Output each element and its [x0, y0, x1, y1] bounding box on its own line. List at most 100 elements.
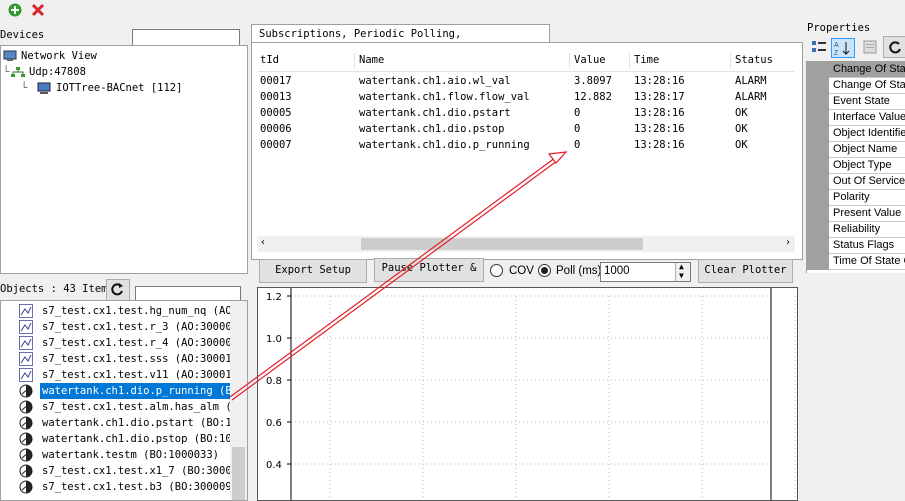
object-list-item-label: watertank.testm (BO:1000033)	[42, 449, 220, 461]
cell-name: watertank.ch1.dio.p_running	[359, 139, 530, 151]
table-row[interactable]: 00006 watertank.ch1.dio.pstop 0 13:28:16 OK	[258, 121, 794, 137]
property-label: Polarity	[833, 191, 870, 203]
cell-status: OK	[735, 139, 748, 151]
property-row[interactable]: Object Identifier	[807, 126, 905, 142]
refresh-objects-button[interactable]	[106, 279, 130, 301]
hscrollbar-thumb[interactable]	[361, 238, 643, 250]
export-setup-button[interactable]: Export Setup	[259, 259, 367, 283]
scrollbar-thumb[interactable]	[232, 447, 245, 500]
property-row-gutter	[807, 206, 829, 222]
tree-node-label: IOTTree-BACnet [112]	[56, 82, 183, 94]
table-hscrollbar[interactable]: ‹ ›	[257, 236, 795, 252]
cov-radio[interactable]	[490, 264, 503, 277]
poll-label[interactable]: Poll (ms)	[556, 265, 601, 277]
property-row[interactable]: Polarity	[807, 190, 905, 206]
property-row[interactable]: Change Of State	[807, 78, 905, 94]
column-divider[interactable]	[569, 53, 570, 68]
property-row-gutter	[807, 94, 829, 110]
binary-object-icon	[19, 464, 33, 478]
property-row[interactable]: Change Of State	[807, 62, 905, 78]
property-row[interactable]: Interface Value	[807, 110, 905, 126]
tree-line: └	[3, 66, 10, 78]
property-row[interactable]: Present Value	[807, 206, 905, 222]
column-divider[interactable]	[629, 53, 630, 68]
poll-radio[interactable]	[538, 264, 551, 277]
property-row[interactable]: Object Name	[807, 142, 905, 158]
spin-up-icon[interactable]: ▲	[679, 262, 684, 271]
pause-plotter-button[interactable]: Pause Plotter &	[374, 258, 484, 282]
table-row[interactable]: 00005 watertank.ch1.dio.pstart 0 13:28:16 OK	[258, 105, 794, 121]
property-pages-icon	[863, 40, 877, 54]
poll-interval-value[interactable]: 1000	[604, 265, 630, 277]
analog-output-icon	[19, 368, 33, 382]
scroll-right-icon[interactable]: ›	[785, 237, 791, 248]
categorized-icon	[812, 41, 826, 52]
y-tick-label: 1.2	[266, 292, 282, 303]
plotter-chart: 1.2 1.0 0.8 0.6 0.4	[266, 288, 796, 500]
devices-tree[interactable]: Network View └ Udp:47808 └ IOTTree-BACne…	[0, 45, 248, 274]
plotter[interactable]: 1.2 1.0 0.8 0.6 0.4	[257, 287, 798, 501]
scroll-left-icon[interactable]: ‹	[260, 237, 266, 248]
property-row[interactable]: Out Of Service	[807, 174, 905, 190]
cell-tid: 00007	[260, 139, 292, 151]
object-list-item-label: s7_test.cx1.test.sss (AO:300010	[42, 353, 238, 365]
plus-circle-icon	[8, 3, 22, 17]
property-row[interactable]: Object Type	[807, 158, 905, 174]
table-row[interactable]: 00013 watertank.ch1.flow.flow_val 12.882 13…	[258, 89, 794, 105]
tab-subscriptions[interactable]: Subscriptions, Periodic Polling, Events/…	[251, 24, 550, 58]
cell-name: watertank.ch1.dio.pstart	[359, 107, 511, 119]
object-list-item-label: s7_test.cx1.test.b3 (BO:3000094	[42, 481, 238, 493]
properties-refresh-button[interactable]	[883, 36, 905, 58]
column-header-tid[interactable]: tId	[260, 51, 279, 69]
property-label: Interface Value	[833, 111, 905, 123]
remove-button[interactable]	[31, 3, 45, 17]
cell-value: 12.882	[574, 91, 612, 103]
object-list-item-label: s7_test.cx1.test.r_3 (AO:300009	[42, 321, 238, 333]
property-row[interactable]: Reliability	[807, 222, 905, 238]
binary-object-icon	[19, 448, 33, 462]
property-grid[interactable]: Change Of State Change Of State Event Stat…	[806, 61, 905, 273]
analog-output-icon	[19, 320, 33, 334]
cell-tid: 00017	[260, 75, 292, 87]
object-list-item-label: s7_test.cx1.test.r_4 (AO:300009	[42, 337, 238, 349]
binary-object-icon	[19, 400, 33, 414]
binary-object-icon	[19, 416, 33, 430]
tab-content: tId Name Value Time Status 00017 watertan…	[251, 42, 803, 260]
column-header-status[interactable]: Status	[735, 51, 773, 69]
table-row[interactable]: 00007 watertank.ch1.dio.p_running 0 13:28:1…	[258, 137, 794, 153]
spin-down-icon[interactable]: ▼	[679, 271, 684, 280]
column-header-value[interactable]: Value	[574, 51, 606, 69]
column-header-name[interactable]: Name	[359, 51, 384, 69]
object-list-item-label: s7_test.cx1.test.alm.has_alm (B	[42, 401, 238, 413]
cov-label[interactable]: COV	[509, 265, 534, 277]
object-list-item-label: watertank.ch1.dio.pstop (BO:100	[42, 433, 238, 445]
devices-title: Devices	[0, 29, 45, 41]
cell-tid: 00013	[260, 91, 292, 103]
analog-output-icon	[19, 304, 33, 318]
cell-name: watertank.ch1.dio.pstop	[359, 123, 505, 135]
poll-interval-input[interactable]: 1000 ▲ ▼	[600, 262, 691, 282]
add-button[interactable]	[8, 3, 22, 17]
objects-scrollbar[interactable]	[230, 301, 247, 500]
object-list-item-label: watertank.ch1.dio.p_running (BI	[39, 382, 241, 400]
column-header-time[interactable]: Time	[634, 51, 659, 69]
poll-spinner[interactable]: ▲ ▼	[675, 262, 690, 281]
x-icon	[31, 3, 45, 17]
column-divider[interactable]	[354, 53, 355, 68]
cell-tid: 00006	[260, 123, 292, 135]
clear-plotter-button[interactable]: Clear Plotter	[698, 259, 793, 283]
property-row[interactable]: Status Flags	[807, 238, 905, 254]
property-label: Object Name	[833, 143, 898, 155]
table-row[interactable]: 00017 watertank.ch1.aio.wl_val 3.8097 13:28…	[258, 73, 794, 89]
property-row[interactable]: Time Of State C	[807, 254, 905, 270]
binary-object-icon	[19, 384, 33, 398]
sort-alpha-button[interactable]: AZ	[831, 38, 855, 58]
categorized-button[interactable]	[811, 39, 827, 55]
cell-status: OK	[735, 107, 748, 119]
cov-radio-dot[interactable]	[490, 264, 503, 277]
objects-list[interactable]: s7_test.cx1.test.hg_num_nq (AO:3 s7_test.…	[0, 300, 248, 501]
property-pages-button[interactable]	[862, 39, 878, 55]
poll-radio-dot[interactable]	[538, 264, 551, 277]
property-row[interactable]: Event State	[807, 94, 905, 110]
column-divider[interactable]	[730, 53, 731, 68]
